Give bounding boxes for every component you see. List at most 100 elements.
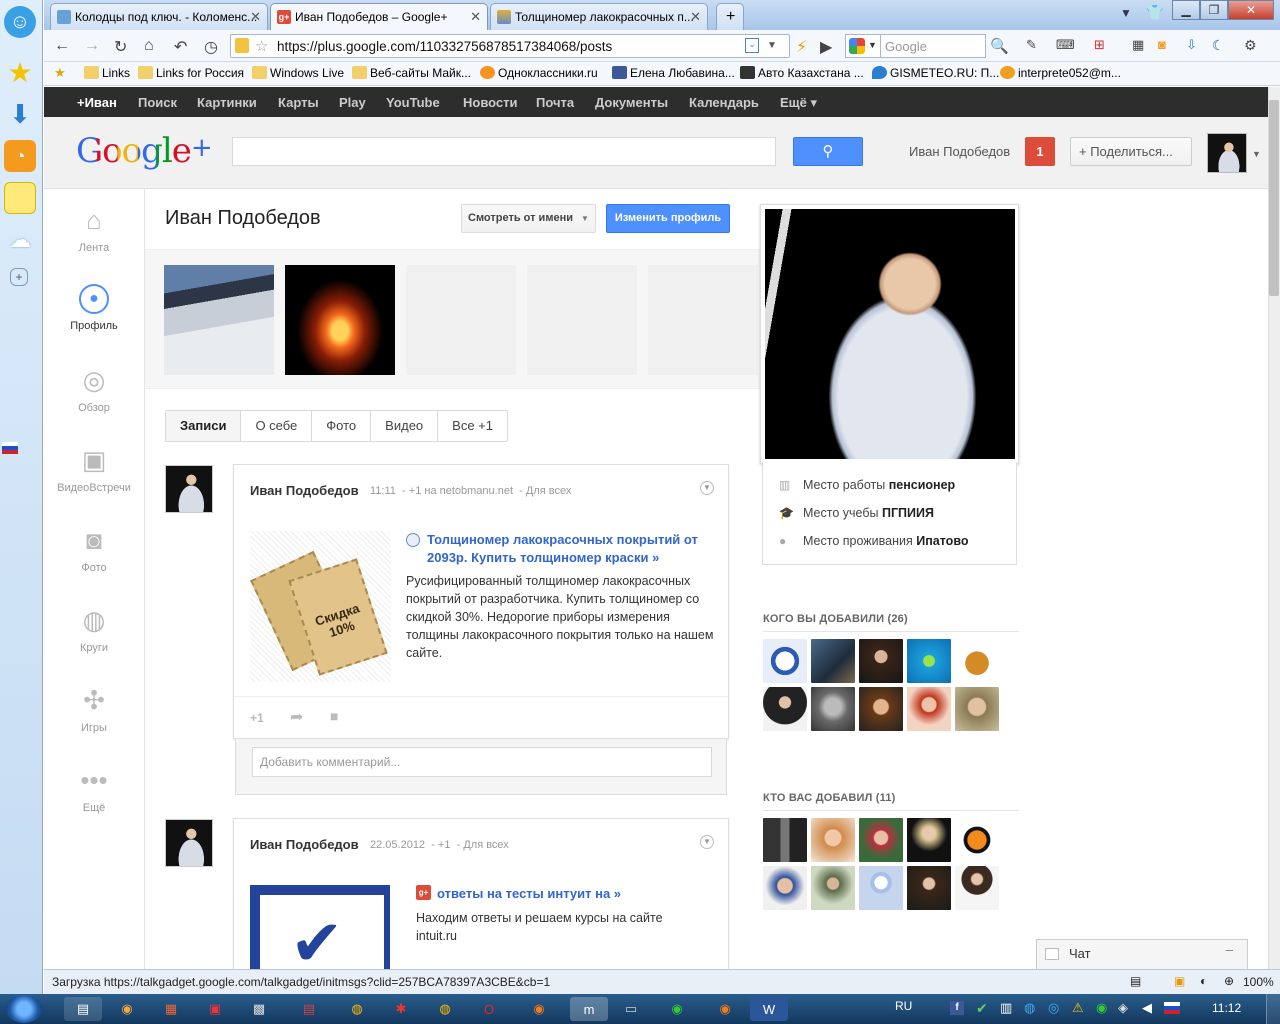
app-taskbar-icon[interactable]: ◉ xyxy=(108,997,146,1021)
gbar-calendar[interactable]: Календарь xyxy=(689,95,759,110)
flash-icon[interactable]: ⚡ xyxy=(796,37,807,57)
tray-icon[interactable]: ✔ xyxy=(976,1000,988,1017)
monitor-icon[interactable]: ▤ xyxy=(1130,974,1141,988)
follower-avatar[interactable] xyxy=(811,818,855,862)
nav-hangouts[interactable]: ▣ ВидеоВстречи xyxy=(52,444,136,495)
post-options-icon[interactable]: ▼ xyxy=(700,835,714,849)
download-icon[interactable]: ⬇ xyxy=(4,98,36,130)
bookmark-ms-sites[interactable]: Веб-сайты Майк... xyxy=(352,66,471,80)
search-icon[interactable]: 🔍 xyxy=(990,37,1009,55)
close-window-button[interactable]: ✕ xyxy=(1228,0,1274,20)
follower-avatar[interactable] xyxy=(859,818,903,862)
puzzle-icon[interactable]: ▦ xyxy=(1132,37,1144,53)
nav-stream[interactable]: ⌂ Лента xyxy=(52,204,136,255)
close-icon[interactable]: ✕ xyxy=(690,9,701,25)
google-plus-logo[interactable]: Google+ xyxy=(76,131,213,171)
shirt-icon[interactable]: 👕 xyxy=(1146,4,1163,21)
zoom-level[interactable]: 100% xyxy=(1243,975,1274,989)
post-options-icon[interactable]: ▼ xyxy=(700,481,714,495)
chrome-taskbar-icon[interactable]: ◍ xyxy=(338,997,376,1021)
history-icon[interactable]: ◷ xyxy=(204,37,218,57)
header-user-name[interactable]: Иван Подобедов xyxy=(909,144,1010,159)
tray-icon[interactable]: ◉ xyxy=(1096,1000,1107,1016)
bookmark-gismeteo[interactable]: GISMETEO.RU: П... xyxy=(872,66,999,80)
gbar-search[interactable]: Поиск xyxy=(138,95,177,110)
bookmark-facebook[interactable]: Елена Любавина... xyxy=(612,66,735,80)
post-author[interactable]: Иван Подобедов xyxy=(250,837,359,852)
speaker-icon[interactable]: ◐ xyxy=(1200,974,1207,988)
circle-member-avatar[interactable] xyxy=(763,639,807,683)
tab-posts[interactable]: Записи xyxy=(166,411,242,441)
share-icon[interactable]: ➦ xyxy=(290,707,303,727)
tray-icon[interactable]: ◍ xyxy=(1024,1000,1035,1016)
comment-input[interactable]: Добавить комментарий... xyxy=(252,747,712,777)
circle-member-avatar[interactable] xyxy=(811,687,855,731)
circle-member-avatar[interactable] xyxy=(859,687,903,731)
circle-member-avatar[interactable] xyxy=(859,639,903,683)
favorites-star-icon[interactable]: ★ xyxy=(54,65,66,81)
browser-tab-3[interactable]: Толщиномер лакокрасочных п... ✕ xyxy=(490,3,708,30)
home-icon[interactable]: ⌂ xyxy=(144,37,154,55)
chevron-down-icon[interactable]: ▼ xyxy=(1252,149,1261,159)
nav-games[interactable]: ✣ Игры xyxy=(52,684,136,735)
forward-icon[interactable]: → xyxy=(84,37,100,55)
bookmark-odnoklassniki[interactable]: Одноклассники.ru xyxy=(480,66,598,80)
go-icon[interactable]: ▶ xyxy=(820,37,832,57)
follower-avatar[interactable] xyxy=(955,866,999,910)
nav-photos[interactable]: ◙ Фото xyxy=(52,524,136,575)
new-tab-button[interactable]: + xyxy=(716,3,744,30)
browser-tab-2[interactable]: g+ Иван Подобедов – Google+ ✕ xyxy=(270,3,488,30)
settings-icon[interactable]: ⚙ xyxy=(1244,37,1257,54)
cloud-icon[interactable]: ☁ xyxy=(4,224,36,256)
post-author[interactable]: Иван Подобедов xyxy=(250,483,359,498)
post-author-avatar[interactable] xyxy=(165,465,213,513)
facebook-tray-icon[interactable]: f xyxy=(950,1001,964,1015)
chat-panel[interactable]: Чат – xyxy=(1036,939,1248,969)
russia-flag-icon[interactable] xyxy=(1164,1002,1180,1014)
nav-explore[interactable]: ◎ Обзор xyxy=(52,364,136,415)
bookmark-links[interactable]: Links xyxy=(84,66,130,80)
address-bar[interactable]: ☆ https://plus.google.com/11033275687851… xyxy=(230,34,790,58)
close-icon[interactable]: ✕ xyxy=(250,9,261,25)
profile-photo-card[interactable] xyxy=(760,204,1019,464)
rss-feed-icon[interactable]: ⌄ xyxy=(745,38,759,53)
follower-avatar[interactable] xyxy=(811,866,855,910)
opera-taskbar-icon[interactable]: O xyxy=(470,997,508,1021)
translate-icon[interactable]: ⊞ xyxy=(1094,37,1105,53)
gplus-search-button[interactable]: ⚲ xyxy=(793,137,863,166)
gbar-docs[interactable]: Документы xyxy=(595,95,668,110)
circle-member-avatar[interactable] xyxy=(811,639,855,683)
show-desktop-button[interactable] xyxy=(1266,994,1280,1024)
chrome-taskbar-icon[interactable]: ◍ xyxy=(426,997,464,1021)
tab-list-icon[interactable]: ▼ xyxy=(1120,6,1132,20)
minimize-icon[interactable]: – xyxy=(1226,936,1233,964)
circle-member-avatar[interactable] xyxy=(907,639,951,683)
tab-photos[interactable]: Фото xyxy=(312,411,372,441)
rss-icon[interactable]: ◔ xyxy=(4,140,36,172)
tray-icon[interactable]: ◎ xyxy=(1048,1000,1059,1016)
history-dropdown-icon[interactable]: ▼ xyxy=(767,40,777,51)
moon-icon[interactable]: ☾ xyxy=(1212,37,1225,54)
nav-more[interactable]: ••• Ещё xyxy=(52,764,136,815)
app-taskbar-icon[interactable]: ▭ xyxy=(612,997,650,1021)
edit-profile-button[interactable]: Изменить профиль xyxy=(606,204,730,233)
rss-icon[interactable]: ◙ xyxy=(1158,37,1166,52)
gbar-more[interactable]: Ещё ▾ xyxy=(780,95,817,111)
tab-videos[interactable]: Видео xyxy=(371,411,439,441)
photo-campfire[interactable] xyxy=(285,265,395,375)
app-taskbar-icon[interactable]: ▩ xyxy=(240,997,278,1021)
have-you-title[interactable]: КТО ВАС ДОБАВИЛ (11) xyxy=(763,792,1019,811)
gbar-news[interactable]: Новости xyxy=(463,95,518,110)
explorer-taskbar-icon[interactable]: ▤ xyxy=(64,997,102,1021)
hangout-icon[interactable]: ■ xyxy=(330,708,338,724)
app-taskbar-icon[interactable]: ◉ xyxy=(658,997,696,1021)
firefox-taskbar-icon[interactable]: ◉ xyxy=(520,997,558,1021)
profile-photo[interactable] xyxy=(765,209,1015,459)
share-button[interactable]: + Поделиться... xyxy=(1070,137,1192,166)
gplus-search-input[interactable] xyxy=(232,137,776,166)
post-link-title[interactable]: ответы на тесты интуит на » xyxy=(437,885,717,903)
add-panel-icon[interactable]: + xyxy=(10,268,28,286)
gbar-images[interactable]: Картинки xyxy=(197,95,257,110)
tab-plusones[interactable]: Все +1 xyxy=(438,411,507,441)
circle-member-avatar[interactable] xyxy=(955,639,999,683)
